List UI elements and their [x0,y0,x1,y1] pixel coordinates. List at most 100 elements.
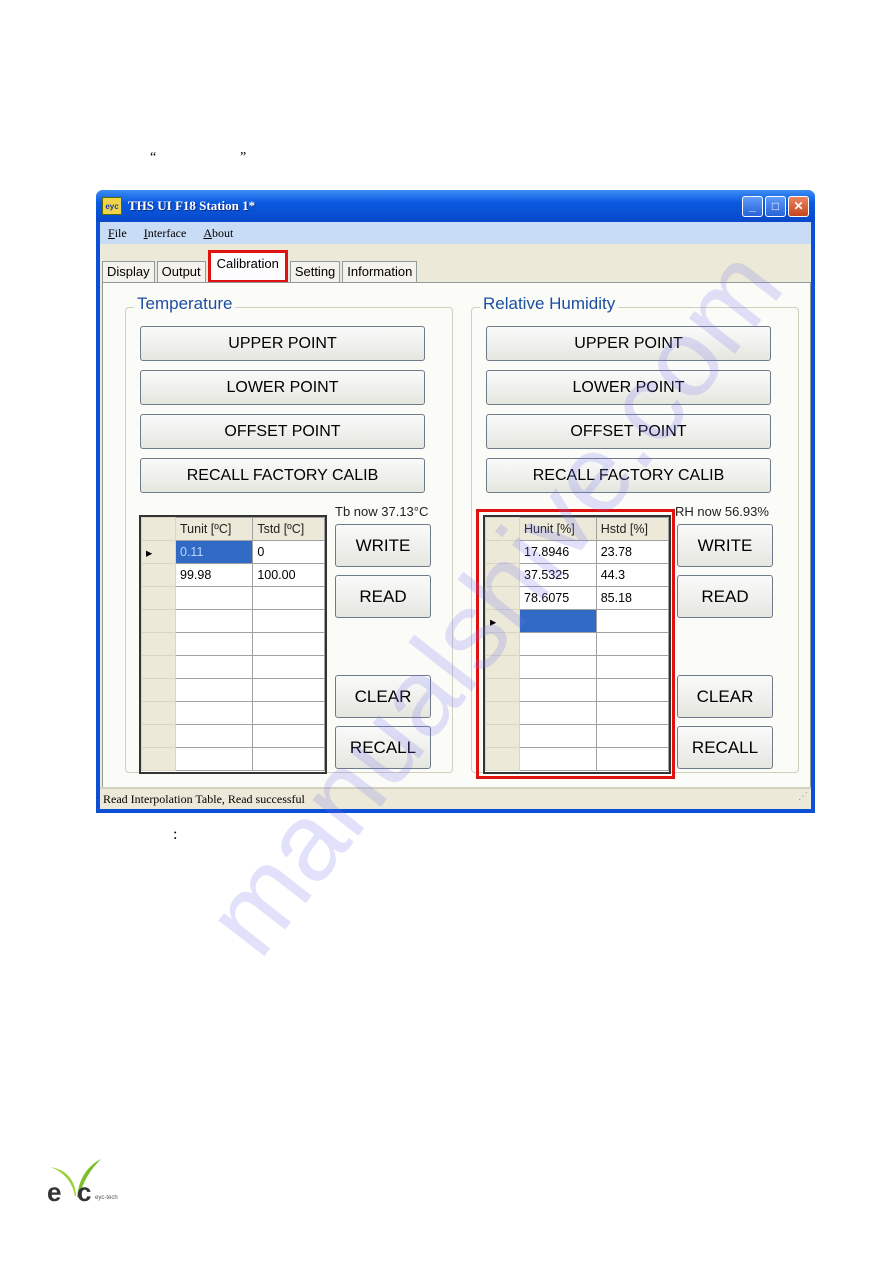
tab-output[interactable]: Output [156,261,206,283]
row-header[interactable] [485,655,520,679]
rh-clear-button[interactable]: CLEAR [677,675,773,718]
temp-lower-point-button[interactable]: LOWER POINT [140,370,425,405]
rh-offset-point-button[interactable]: OFFSET POINT [486,414,771,449]
temp-offset-point-button[interactable]: OFFSET POINT [140,414,425,449]
table-cell[interactable] [519,609,597,633]
table-cell[interactable] [252,609,325,633]
temperature-group: Temperature UPPER POINT LOWER POINT OFFS… [125,294,453,774]
row-header[interactable] [141,609,176,633]
table-cell[interactable] [519,701,597,725]
temp-write-button[interactable]: WRITE [335,524,431,567]
rh-upper-point-button[interactable]: UPPER POINT [486,326,771,361]
row-header[interactable] [141,586,176,610]
table-cell[interactable] [595,655,670,679]
rh-lower-point-button[interactable]: LOWER POINT [486,370,771,405]
table-cell[interactable] [174,678,254,702]
temp-read-button[interactable]: READ [335,575,431,618]
row-header[interactable] [485,747,520,771]
column-header[interactable]: Hstd [%] [595,517,670,541]
tab-display[interactable]: Display [102,261,155,283]
table-cell[interactable] [252,724,325,748]
row-header[interactable] [141,563,176,587]
table-cell[interactable]: 17.8946 [519,540,597,564]
row-header[interactable] [485,563,520,587]
column-header[interactable]: Hunit [%] [519,517,597,541]
table-cell[interactable] [252,586,325,610]
row-header[interactable] [485,586,520,610]
close-quote: ” [240,150,247,165]
table-cell[interactable]: 0.11 [174,540,254,564]
maximize-button[interactable]: □ [765,195,786,217]
table-cell[interactable] [252,678,325,702]
table-cell[interactable] [595,632,670,656]
row-header[interactable] [485,540,520,564]
table-cell[interactable] [595,609,670,633]
table-cell[interactable]: 78.6075 [519,586,597,610]
tab-information[interactable]: Information [342,261,418,283]
temp-recall-button[interactable]: RECALL [335,726,431,769]
tab-setting[interactable]: Setting [289,261,341,283]
table-cell[interactable] [519,747,597,771]
table-cell[interactable] [252,632,325,656]
table-cell[interactable]: 85.18 [595,586,670,610]
table-cell[interactable]: 37.5325 [519,563,597,587]
table-cell[interactable] [252,747,325,771]
table-cell[interactable]: 44.3 [595,563,670,587]
current-row-indicator-icon[interactable]: ▸ [485,609,520,633]
menu-interface[interactable]: Interface [144,226,187,241]
table-cell[interactable] [174,609,254,633]
table-cell[interactable] [174,724,254,748]
row-header[interactable] [485,724,520,748]
table-cell[interactable] [519,678,597,702]
table-row [485,655,670,679]
table-cell[interactable]: 99.98 [174,563,254,587]
row-header[interactable] [141,678,176,702]
row-header[interactable] [141,701,176,725]
temp-upper-point-button[interactable]: UPPER POINT [140,326,425,361]
table-row [485,724,670,748]
table-cell[interactable] [174,632,254,656]
resize-grip-icon[interactable]: ⋰ [798,787,808,807]
row-header[interactable] [485,701,520,725]
table-cell[interactable] [174,655,254,679]
table-cell[interactable] [174,586,254,610]
table-cell[interactable] [519,655,597,679]
menu-file[interactable]: File [108,226,127,241]
rh-recall-factory-calib-button[interactable]: RECALL FACTORY CALIB [486,458,771,493]
row-header[interactable] [141,632,176,656]
row-header[interactable] [485,632,520,656]
row-header[interactable] [485,678,520,702]
temp-recall-factory-calib-button[interactable]: RECALL FACTORY CALIB [140,458,425,493]
maximize-icon: □ [771,199,780,213]
rh-write-button[interactable]: WRITE [677,524,773,567]
table-cell[interactable] [252,655,325,679]
rh-recall-button[interactable]: RECALL [677,726,773,769]
rh-read-button[interactable]: READ [677,575,773,618]
temp-clear-button[interactable]: CLEAR [335,675,431,718]
row-header[interactable] [141,655,176,679]
table-cell[interactable] [595,701,670,725]
row-header[interactable] [141,724,176,748]
table-cell[interactable]: 100.00 [252,563,325,587]
table-cell[interactable] [595,678,670,702]
table-cell[interactable] [595,724,670,748]
menu-about[interactable]: About [203,226,233,241]
current-row-indicator-icon[interactable]: ▸ [141,540,176,564]
title-bar[interactable]: eyc THS UI F18 Station 1* _ □ ✕ [96,190,815,222]
table-cell[interactable] [174,747,254,771]
column-header[interactable]: Tunit [ºC] [174,517,254,541]
table-row [485,678,670,702]
table-cell[interactable] [519,724,597,748]
minimize-button[interactable]: _ [742,195,763,217]
table-cell[interactable] [174,701,254,725]
table-cell[interactable]: 23.78 [595,540,670,564]
column-header[interactable]: Tstd [ºC] [252,517,325,541]
table-cell[interactable] [519,632,597,656]
table-cell[interactable]: 0 [252,540,325,564]
row-header[interactable] [141,747,176,771]
tab-strip: Display Output Calibration Setting Infor… [102,250,419,283]
tab-calibration[interactable]: Calibration [207,250,288,283]
close-button[interactable]: ✕ [788,195,809,217]
table-cell[interactable] [595,747,670,771]
table-cell[interactable] [252,701,325,725]
